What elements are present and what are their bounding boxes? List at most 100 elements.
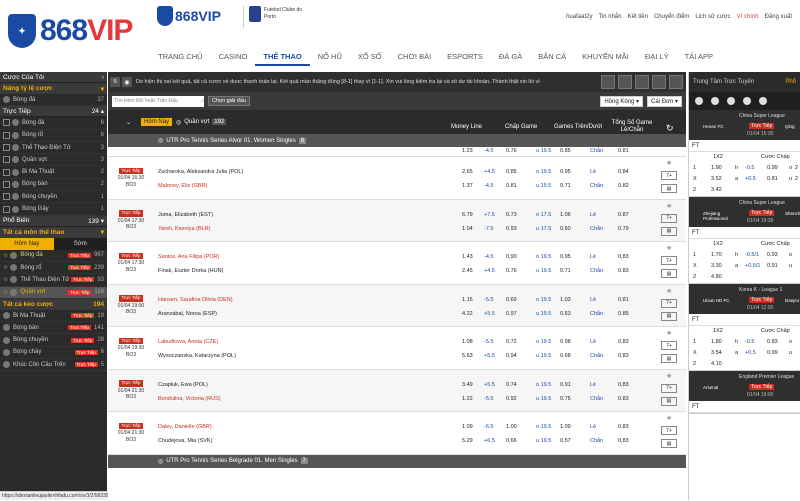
moneyline-odds[interactable]: 2.45 xyxy=(462,268,473,274)
odd-even-odds[interactable]: 0.81 xyxy=(618,297,629,303)
odd-even-odds[interactable]: 0.87 xyxy=(618,212,629,218)
odd-even-odds[interactable]: 0.84 xyxy=(618,169,629,175)
nav-promotions[interactable]: KHUYẾN MÃI xyxy=(574,52,637,66)
odd-even-odds[interactable]: 0.85 xyxy=(618,311,629,317)
stats-button[interactable]: ▤ xyxy=(661,226,677,236)
stats-button[interactable]: ▤ xyxy=(661,396,677,406)
checkbox[interactable] xyxy=(3,144,10,152)
handicap-odds[interactable]: 1.00 xyxy=(506,424,517,430)
more-markets-button[interactable]: 7+ xyxy=(661,383,677,393)
total-odds[interactable]: 0.57 xyxy=(560,438,571,444)
nav-home[interactable]: TRANG CHỦ xyxy=(150,52,211,66)
transfer-link[interactable]: Chuyển điểm xyxy=(654,14,689,20)
odds-cell[interactable]: 0.99 xyxy=(767,350,778,356)
favorite-star-icon[interactable]: ★ xyxy=(666,244,672,252)
popular-header[interactable]: Phổ Biến 139 ▾ xyxy=(0,215,107,227)
star-icon[interactable] xyxy=(695,97,703,105)
collapse-icon[interactable]: ⌄ xyxy=(126,119,131,126)
total-odds[interactable]: 1.09 xyxy=(560,424,571,430)
total-odds[interactable]: 0.95 xyxy=(560,254,571,260)
bet-mode-select[interactable]: Cái Đơn ▾ xyxy=(647,95,682,107)
favorite-star-icon[interactable]: ★ xyxy=(666,287,672,295)
odds-cell[interactable]: 0.81 xyxy=(767,176,778,182)
basketball-icon[interactable] xyxy=(727,97,735,105)
more-markets-button[interactable]: 7+ xyxy=(661,341,677,350)
sidebar-item[interactable]: Bóng chuyền Trực Tiếp 28 xyxy=(0,334,107,347)
total-odds[interactable]: 0.71 xyxy=(560,268,571,274)
odds-cell[interactable]: 0.93 xyxy=(767,252,778,258)
tab-today[interactable]: Hôm Nay xyxy=(0,237,54,250)
sidebar-item[interactable]: Bóng bàn Trực Tiếp 141 xyxy=(0,322,107,335)
handicap-odds[interactable]: 0.76 xyxy=(506,268,517,274)
sidebar-item[interactable]: Bóng đá 6 xyxy=(0,117,107,130)
checkbox[interactable] xyxy=(3,156,10,164)
odd-even-odds[interactable]: 0.83 xyxy=(618,382,629,388)
odds-cell[interactable]: 3.30 xyxy=(711,263,722,269)
odds-cell[interactable]: 0.99 xyxy=(767,165,778,171)
star-icon[interactable]: ☆ xyxy=(3,264,8,271)
checkbox[interactable] xyxy=(3,119,10,127)
bet-history-link[interactable]: Lịch sử cược xyxy=(695,14,730,20)
odd-even-odds[interactable]: 0.83 xyxy=(618,339,629,345)
handicap-odds[interactable]: 0.85 xyxy=(506,169,517,175)
moneyline-odds[interactable]: 1.09 xyxy=(462,424,473,430)
brand-logo[interactable]: ✦ 868VIP xyxy=(8,14,133,48)
moneyline-odds[interactable]: 1.37 xyxy=(462,183,473,189)
volleyball-icon[interactable] xyxy=(759,97,767,105)
my-bets-header[interactable]: Cược Của Tôi › xyxy=(0,72,107,83)
grid-icon[interactable] xyxy=(635,75,649,89)
sidebar-item[interactable]: Bi Ma Thuật 2 xyxy=(0,166,107,179)
all-sports-header[interactable]: Tất cả môn thể thao ▾ xyxy=(0,226,107,238)
nav-agent[interactable]: ĐẠI LÝ xyxy=(637,52,677,66)
odds-cell[interactable]: 4.80 xyxy=(711,274,722,280)
sidebar-item[interactable]: ☆ Bóng đá Trực Tiếp 967 xyxy=(0,250,107,262)
refresh-icon[interactable] xyxy=(601,75,615,89)
total-odds[interactable]: 0.60 xyxy=(560,226,571,232)
sidebar-item[interactable]: ☆ Quần vợt Trực Tiếp 118 xyxy=(0,286,107,299)
handicap-odds[interactable]: 0.69 xyxy=(506,297,517,303)
odds-type-select[interactable]: Hồng Kông ▾ xyxy=(600,95,644,107)
handicap-odds[interactable]: 0.92 xyxy=(506,396,517,402)
sidebar-item[interactable]: Bóng rổ 6 xyxy=(0,130,107,142)
total-odds[interactable]: 1.06 xyxy=(560,212,571,218)
checkbox[interactable] xyxy=(3,193,10,201)
stats-button[interactable]: ▤ xyxy=(661,311,677,321)
tennis-icon[interactable] xyxy=(743,97,751,105)
total-odds[interactable]: 0.75 xyxy=(560,396,571,402)
choose-league-button[interactable]: Chọn giải đấu xyxy=(208,96,250,106)
search-input[interactable]: Tìm kiếm Đội hoặc Trận Đấu ⌕ xyxy=(112,95,204,107)
stats-button[interactable]: ▤ xyxy=(661,354,677,363)
nav-cockfight[interactable]: ĐÁ GÀ xyxy=(491,52,530,66)
menu-icon[interactable]: ≡ xyxy=(110,77,120,87)
moneyline-odds[interactable]: 4.22 xyxy=(462,311,473,317)
print-icon[interactable] xyxy=(618,75,632,89)
handicap-odds[interactable]: 0.97 xyxy=(506,311,517,317)
star-icon[interactable]: ☆ xyxy=(3,289,8,296)
favorite-star-icon[interactable]: ★ xyxy=(666,202,672,210)
handicap-odds[interactable]: 0.74 xyxy=(506,382,517,388)
nav-sports[interactable]: THỂ THAO xyxy=(255,52,310,66)
stats-button[interactable]: ▤ xyxy=(661,269,677,278)
live-match-card[interactable]: Korea K - League 1 Ulsan HD FC Trực Tiếp 01… xyxy=(689,284,800,371)
odd-even-odds[interactable]: 0.83 xyxy=(618,438,629,444)
odds-cell[interactable]: 1.90 xyxy=(711,165,722,171)
sidebar-item[interactable]: Bóng chuyền 1 xyxy=(0,191,107,204)
odds-cell[interactable]: 0.91 xyxy=(767,263,778,269)
total-odds[interactable]: 1.03 xyxy=(560,297,571,303)
handicap-odds[interactable]: 0.90 xyxy=(506,254,517,260)
nav-casino[interactable]: CASINO xyxy=(211,52,256,66)
league-header[interactable]: ◎ UTR Pro Tennis Series Belgrade 01. Men… xyxy=(108,454,686,468)
odd-even-odds[interactable]: 0.83 xyxy=(618,268,629,274)
odds-cell[interactable]: 1.70 xyxy=(711,252,722,258)
stats-button[interactable]: ▤ xyxy=(661,184,677,193)
live-match-card[interactable]: China Super League Henan FC Trực Tiếp 01/04… xyxy=(689,110,800,197)
checkbox[interactable] xyxy=(3,131,10,139)
odd-even-odds[interactable]: 0.83 xyxy=(618,254,629,260)
live-match-card[interactable]: China Super League Zhejiang Professional T… xyxy=(689,197,800,284)
more-markets-button[interactable]: 7+ xyxy=(661,298,677,308)
boost-item[interactable]: Bóng đá 37 xyxy=(0,94,107,107)
league-header[interactable]: ◎ UTR Pro Tennis Series Alvor 01. Women … xyxy=(108,134,686,147)
odd-even-odds[interactable]: 0.83 xyxy=(618,353,629,359)
sidebar-item[interactable]: ☆ Thể Thao Điện Tử Trực Tiếp 93 xyxy=(0,274,107,287)
favorite-star-icon[interactable]: ★ xyxy=(666,159,672,167)
